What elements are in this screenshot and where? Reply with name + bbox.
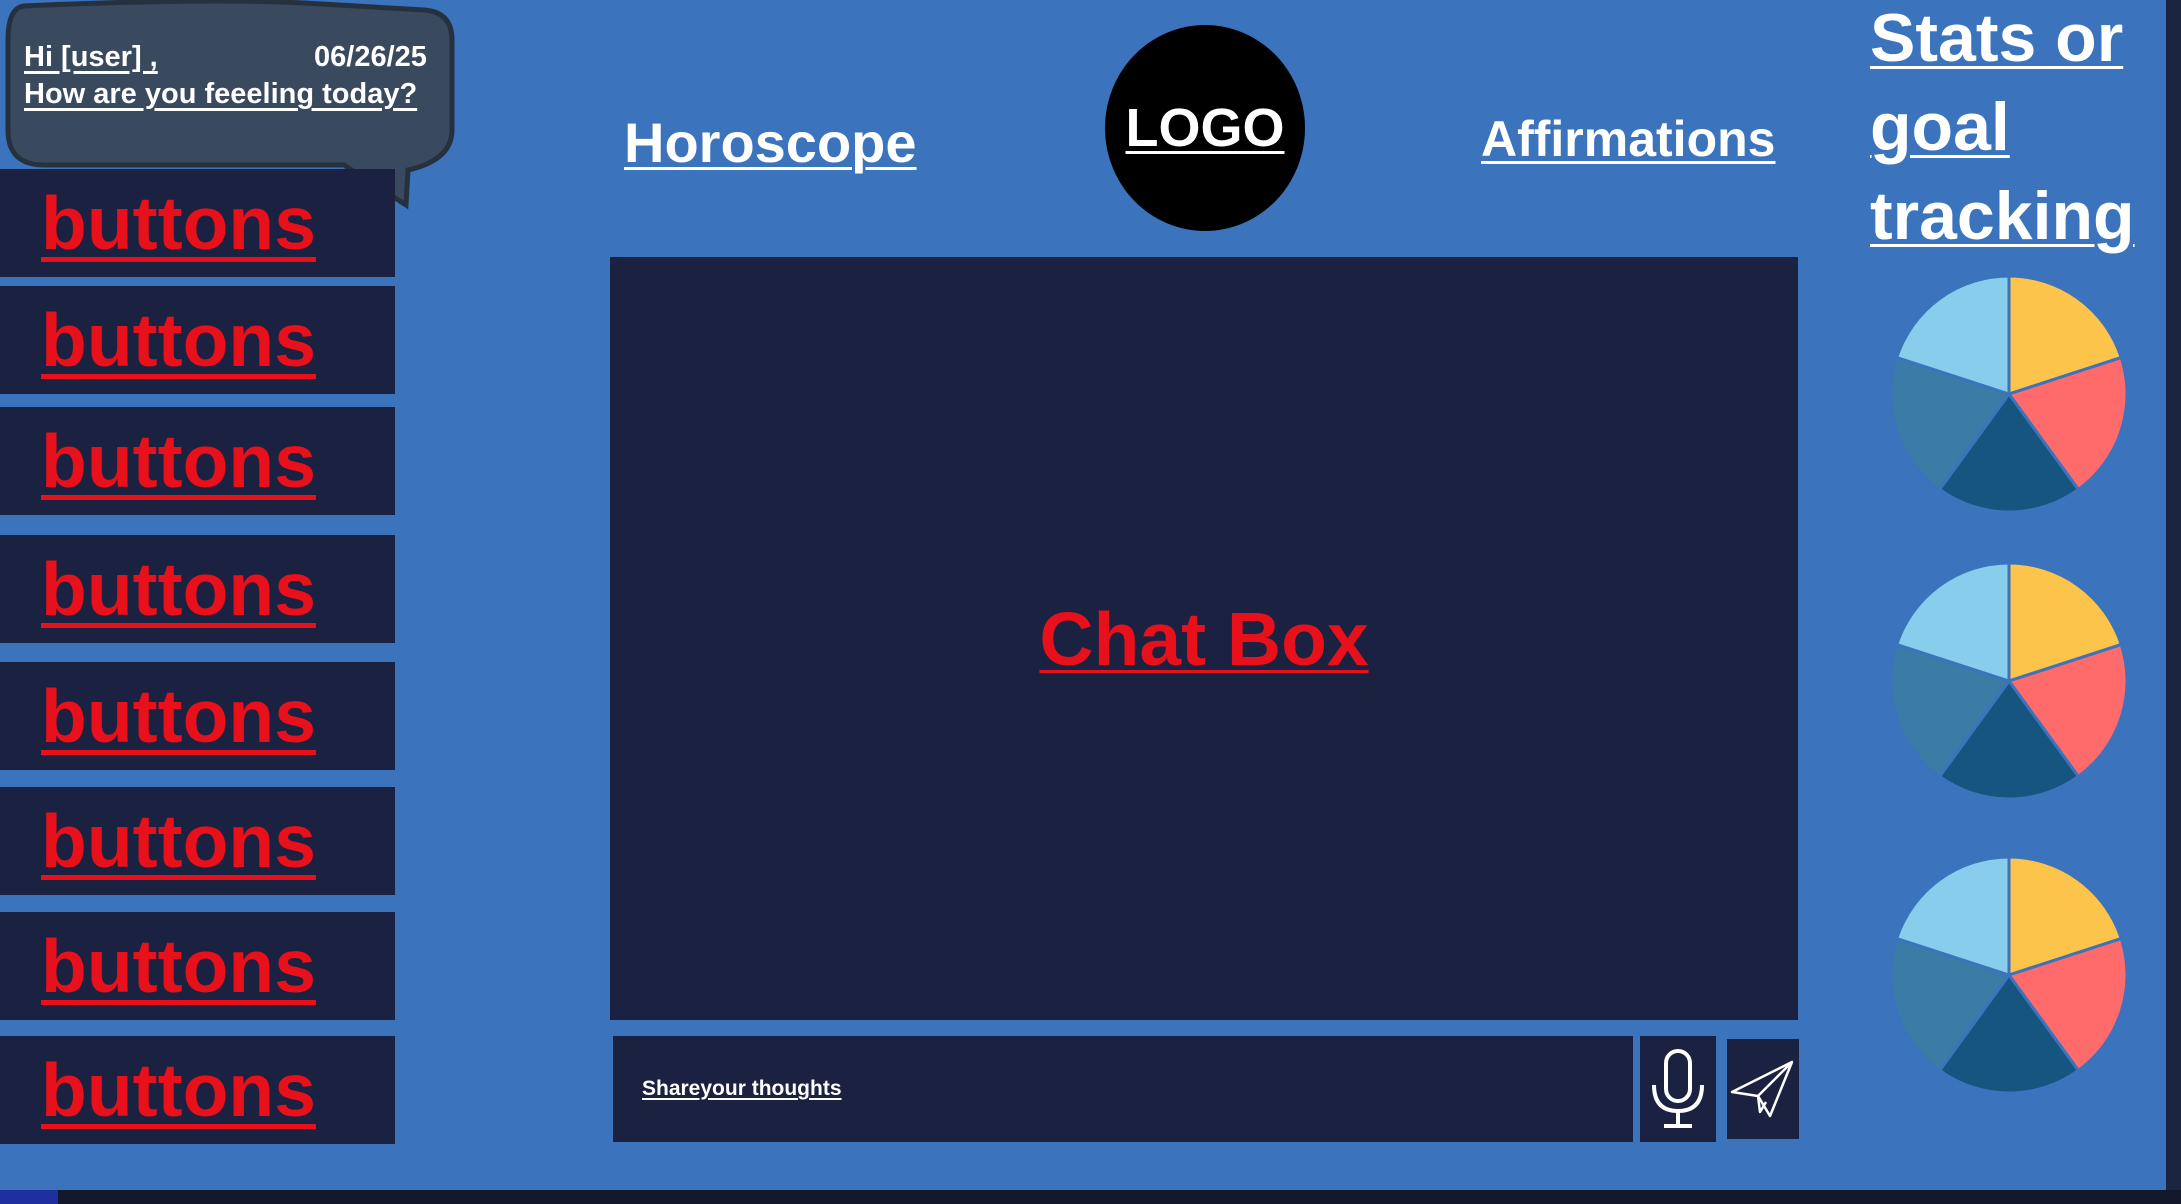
greeting-date: 06/26/25	[314, 41, 427, 73]
stats-title: Stats or goal tracking	[1870, 0, 2135, 254]
window-right-edge	[2166, 0, 2181, 1204]
horoscope-link[interactable]: Horoscope	[624, 110, 917, 175]
taskbar-corner	[0, 1190, 58, 1204]
sidebar-button-7[interactable]: buttons	[0, 912, 395, 1020]
logo-text: LOGO	[1125, 98, 1285, 158]
microphone-icon	[1652, 1049, 1704, 1128]
sidebar-button-8[interactable]: buttons	[0, 1036, 395, 1144]
sidebar-button-4[interactable]: buttons	[0, 535, 395, 643]
microphone-button[interactable]	[1640, 1036, 1716, 1142]
greeting-question: How are you feeeling today?	[24, 78, 418, 110]
send-button[interactable]	[1727, 1039, 1799, 1139]
chat-box[interactable]: Chat Box	[610, 257, 1798, 1020]
bottom-strip	[0, 1190, 2181, 1204]
logo[interactable]: LOGO	[1105, 25, 1305, 231]
sidebar-button-6[interactable]: buttons	[0, 787, 395, 895]
greeting-hi: Hi [user] ,	[24, 41, 158, 73]
chat-input[interactable]: Shareyour thoughts	[613, 1036, 1633, 1142]
sidebar-button-5[interactable]: buttons	[0, 662, 395, 770]
chat-input-placeholder: Shareyour thoughts	[642, 1077, 842, 1100]
sidebar-button-1[interactable]: buttons	[0, 169, 395, 277]
stats-pie-3	[1889, 855, 2129, 1095]
chat-box-title: Chat Box	[1039, 596, 1369, 681]
sidebar-button-2[interactable]: buttons	[0, 286, 395, 394]
sidebar-button-3[interactable]: buttons	[0, 407, 395, 515]
paper-plane-icon	[1730, 1060, 1794, 1118]
stats-pie-2	[1889, 561, 2129, 801]
app-canvas: Hi [user] , 06/26/25 How are you feeelin…	[0, 0, 2166, 1190]
stats-pie-1	[1889, 274, 2129, 514]
affirmations-link[interactable]: Affirmations	[1481, 110, 1775, 168]
